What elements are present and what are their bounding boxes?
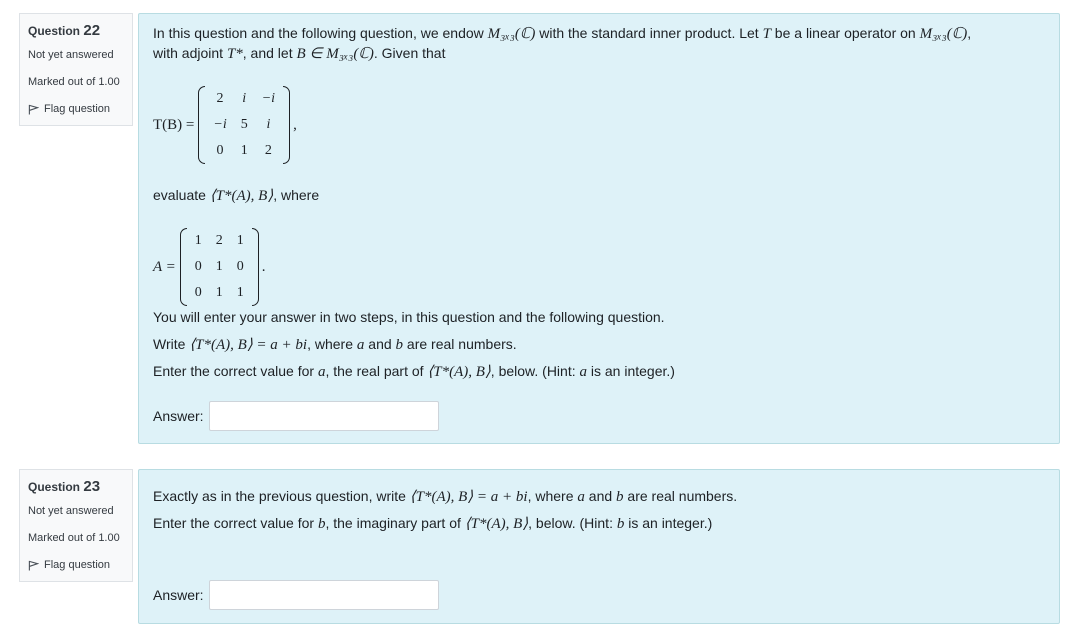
question-status: Not yet answered [28, 49, 114, 61]
math-inner-product: ⟨T*(A), B⟩ [464, 516, 529, 532]
question-label: Question [28, 480, 81, 494]
question-info-panel: Question 22 Not yet answered Marked out … [19, 13, 133, 126]
answer-row: Answer: [153, 401, 439, 431]
TB-equation: T(B) = 2 i −i −i 5 i 0 1 2 , [153, 86, 297, 164]
punctuation: . [261, 258, 266, 275]
matrix-cell: 5 [240, 117, 248, 132]
matrix-cell: i [266, 117, 271, 132]
flag-icon [28, 560, 39, 571]
answer-row: Answer: [153, 580, 439, 610]
punctuation: , [293, 116, 297, 133]
left-paren [198, 86, 206, 164]
flag-question-link[interactable]: Flag question [28, 559, 124, 571]
question-number-value: 23 [83, 478, 101, 495]
math-matrix-space: M₃ₓ₃(ℂ) [919, 26, 968, 42]
question-status: Not yet answered [28, 505, 114, 517]
matrix-cell: 2 [215, 233, 223, 248]
matrix-cell: −i [213, 117, 227, 132]
matrix-cell: 0 [194, 285, 202, 300]
matrix-cell: 0 [236, 259, 244, 274]
A-matrix: 121 010 011 [179, 228, 259, 306]
flag-icon [28, 104, 39, 115]
question-marks: Marked out of 1.00 [28, 76, 120, 88]
question-label: Question [28, 24, 81, 38]
question-marks: Marked out of 1.00 [28, 532, 120, 544]
matrix-cell: 2 [216, 91, 224, 106]
TB-matrix: 2 i −i −i 5 i 0 1 2 [198, 86, 291, 164]
intro-line-2: with adjoint T*, and let B ∈ M₃ₓ₃(ℂ). Gi… [153, 45, 446, 62]
matrix-cell: i [242, 91, 247, 106]
matrix-cell: 1 [215, 285, 223, 300]
right-paren [283, 86, 291, 164]
matrix-cell: 2 [264, 143, 272, 158]
TB-lhs: T(B) = [153, 116, 195, 133]
steps-line: You will enter your answer in two steps,… [153, 309, 665, 325]
write-line: Write ⟨T*(A), B⟩ = a + bi, where a and b… [153, 336, 517, 353]
flag-question-link[interactable]: Flag question [28, 103, 124, 115]
flag-question-label: Flag question [44, 103, 111, 115]
flag-question-label: Flag question [44, 559, 111, 571]
matrix-cell: 1 [240, 143, 248, 158]
question-number: Question 22 [28, 22, 124, 39]
answer-label: Answer: [153, 408, 204, 424]
enter-line: Enter the correct value for b, the imagi… [153, 515, 713, 532]
enter-line: Enter the correct value for a, the real … [153, 363, 675, 380]
intro-line-1: In this question and the following quest… [153, 25, 972, 42]
write-line: Exactly as in the previous question, wri… [153, 488, 738, 505]
left-paren [179, 228, 187, 306]
matrix-cell: 1 [236, 285, 244, 300]
evaluate-line: evaluate ⟨T*(A), B⟩, where [153, 187, 320, 204]
A-equation: A = 121 010 011 . [153, 228, 266, 306]
math-T: T [762, 26, 771, 42]
question-content: Exactly as in the previous question, wri… [138, 469, 1060, 624]
math-equation: ⟨T*(A), B⟩ = a + bi [189, 337, 308, 353]
matrix-cell: 1 [194, 233, 202, 248]
question-number: Question 23 [28, 478, 124, 495]
answer-label: Answer: [153, 587, 204, 603]
question-info-panel: Question 23 Not yet answered Marked out … [19, 469, 133, 582]
math-equation: ⟨T*(A), B⟩ = a + bi [409, 489, 528, 505]
matrix-cell: 1 [215, 259, 223, 274]
question-content: In this question and the following quest… [138, 13, 1060, 444]
matrix-cell: −i [261, 91, 276, 106]
question-number-value: 22 [83, 22, 101, 39]
answer-input[interactable] [208, 580, 439, 610]
math-inner-product: ⟨T*(A), B⟩ [209, 188, 274, 204]
right-paren [251, 228, 259, 306]
math-inner-product: ⟨T*(A), B⟩ [427, 364, 491, 380]
math-B-in-space: B ∈ M₃ₓ₃(ℂ) [296, 46, 374, 62]
A-lhs: A = [153, 258, 176, 275]
matrix-cell: 0 [194, 259, 202, 274]
answer-input[interactable] [208, 401, 439, 431]
math-matrix-space: M₃ₓ₃(ℂ) [487, 26, 536, 42]
math-T-adjoint: T* [226, 46, 243, 62]
matrix-cell: 0 [216, 143, 224, 158]
matrix-cell: 1 [236, 233, 244, 248]
